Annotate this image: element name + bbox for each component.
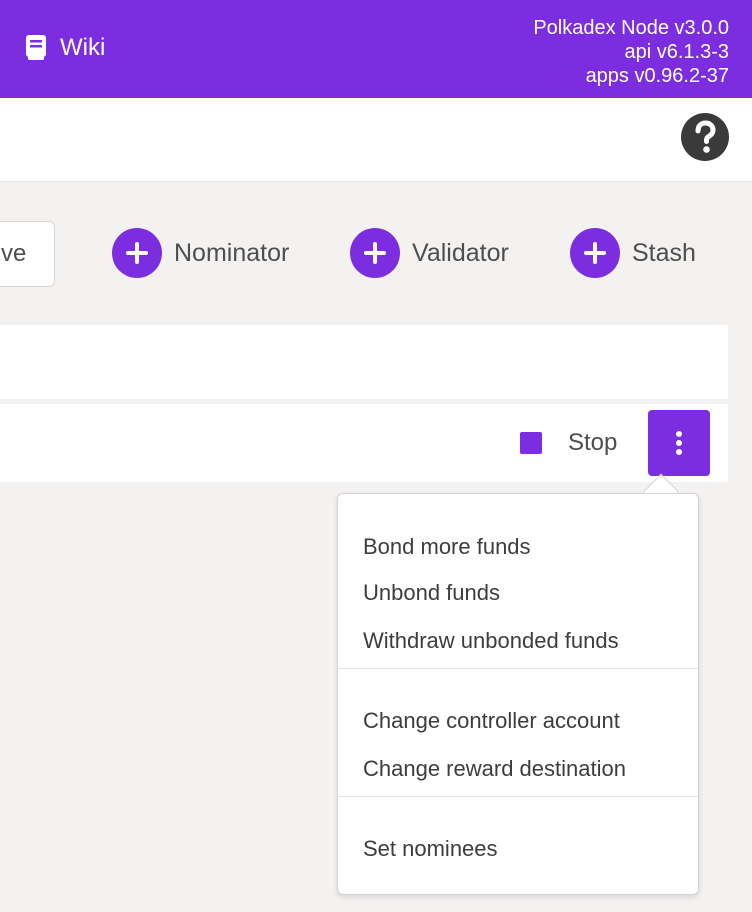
- table-header-row: [0, 325, 728, 399]
- stop-label: Stop: [568, 429, 618, 456]
- add-stash-label: Stash: [632, 238, 696, 267]
- api-version: api v6.1.3-3: [624, 41, 729, 63]
- menu-item-change-reward-destination[interactable]: Change reward destination: [363, 756, 626, 782]
- add-stash-button[interactable]: Stash: [570, 228, 696, 278]
- more-actions-button[interactable]: [648, 410, 710, 476]
- question-circle-icon[interactable]: [681, 113, 729, 161]
- vertical-ellipsis-icon-dot: [676, 431, 682, 437]
- stop-square-icon: [520, 432, 542, 454]
- actions-dropdown-menu: Bond more funds Unbond funds Withdraw un…: [337, 493, 699, 895]
- add-nominator-button[interactable]: Nominator: [112, 228, 289, 278]
- menu-divider: [338, 668, 698, 669]
- book-icon: [26, 35, 46, 60]
- wiki-link[interactable]: Wiki: [26, 34, 105, 62]
- menu-item-set-nominees[interactable]: Set nominees: [363, 836, 498, 862]
- stop-button[interactable]: Stop: [520, 421, 617, 465]
- node-version-info: Polkadex Node v3.0.0 api v6.1.3-3 apps v…: [533, 16, 729, 88]
- add-validator-label: Validator: [412, 238, 509, 267]
- plus-icon: [350, 228, 400, 278]
- menu-item-withdraw-unbonded-funds[interactable]: Withdraw unbonded funds: [363, 628, 619, 654]
- account-row: [0, 404, 728, 482]
- add-validator-button[interactable]: Validator: [350, 228, 509, 278]
- top-bar: Wiki Polkadex Node v3.0.0 api v6.1.3-3 a…: [0, 0, 752, 98]
- add-nominator-label: Nominator: [174, 238, 290, 267]
- menu-divider: [338, 796, 698, 797]
- vertical-ellipsis-icon-dot: [676, 440, 682, 446]
- menu-item-change-controller-account[interactable]: Change controller account: [363, 708, 620, 734]
- wiki-label: Wiki: [60, 34, 106, 61]
- plus-icon: [570, 228, 620, 278]
- node-name: Polkadex Node v3.0.0: [533, 17, 729, 39]
- sub-header: [0, 98, 752, 182]
- partial-button[interactable]: ve: [0, 221, 55, 287]
- menu-item-bond-more-funds[interactable]: Bond more funds: [363, 534, 531, 560]
- plus-icon: [112, 228, 162, 278]
- apps-version: apps v0.96.2-37: [585, 65, 729, 87]
- vertical-ellipsis-icon-dot: [676, 449, 682, 455]
- menu-item-unbond-funds[interactable]: Unbond funds: [363, 580, 500, 606]
